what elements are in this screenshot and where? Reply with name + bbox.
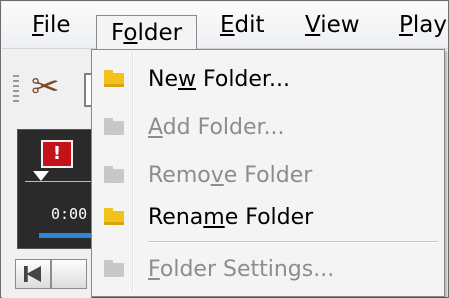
seek-marker-icon[interactable] [33, 171, 49, 181]
folder-rename-icon [104, 208, 124, 226]
warning-icon: ! [41, 140, 73, 168]
menu-item-remove-folder[interactable]: Remove Folder [92, 154, 444, 198]
previous-button[interactable] [15, 259, 51, 289]
menu-edit[interactable]: Edit [210, 2, 275, 48]
menu-item-add-folder[interactable]: Add Folder... [92, 106, 444, 150]
folder-new-icon [104, 70, 124, 88]
menu-play[interactable]: Play [389, 2, 449, 48]
cut-icon[interactable]: ✂ [31, 67, 60, 107]
menu-folder[interactable]: Folder [96, 15, 198, 52]
folder-settings-icon [104, 260, 124, 278]
folder-menu-dropdown: New Folder... Add Folder... Remove Folde… [91, 49, 445, 297]
menu-item-rename-folder[interactable]: Rename Folder [92, 196, 444, 240]
next-button[interactable] [51, 259, 87, 289]
menu-item-folder-settings[interactable]: Folder Settings... [92, 248, 444, 292]
menu-item-new-folder[interactable]: New Folder... [92, 58, 444, 102]
progress-bar[interactable] [39, 233, 99, 238]
menu-file[interactable]: File [22, 2, 81, 48]
seek-track[interactable] [25, 181, 91, 182]
menu-item-label: Remove Folder [148, 163, 313, 188]
app-window: File Folder Edit View Play ✂ ! 0:00 New … [0, 0, 449, 298]
menu-item-label: New Folder... [148, 67, 290, 92]
folder-remove-icon [104, 166, 124, 184]
menu-item-label: Folder Settings... [148, 257, 335, 282]
menu-item-label: Add Folder... [148, 115, 285, 140]
folder-add-icon [104, 118, 124, 136]
menu-bar: File Folder Edit View Play [2, 2, 449, 52]
menu-view[interactable]: View [295, 2, 370, 48]
toolbar-grip-icon[interactable] [13, 75, 19, 105]
menu-separator [148, 241, 438, 243]
menu-item-label: Rename Folder [148, 205, 314, 230]
time-display: 0:00 [51, 205, 88, 223]
